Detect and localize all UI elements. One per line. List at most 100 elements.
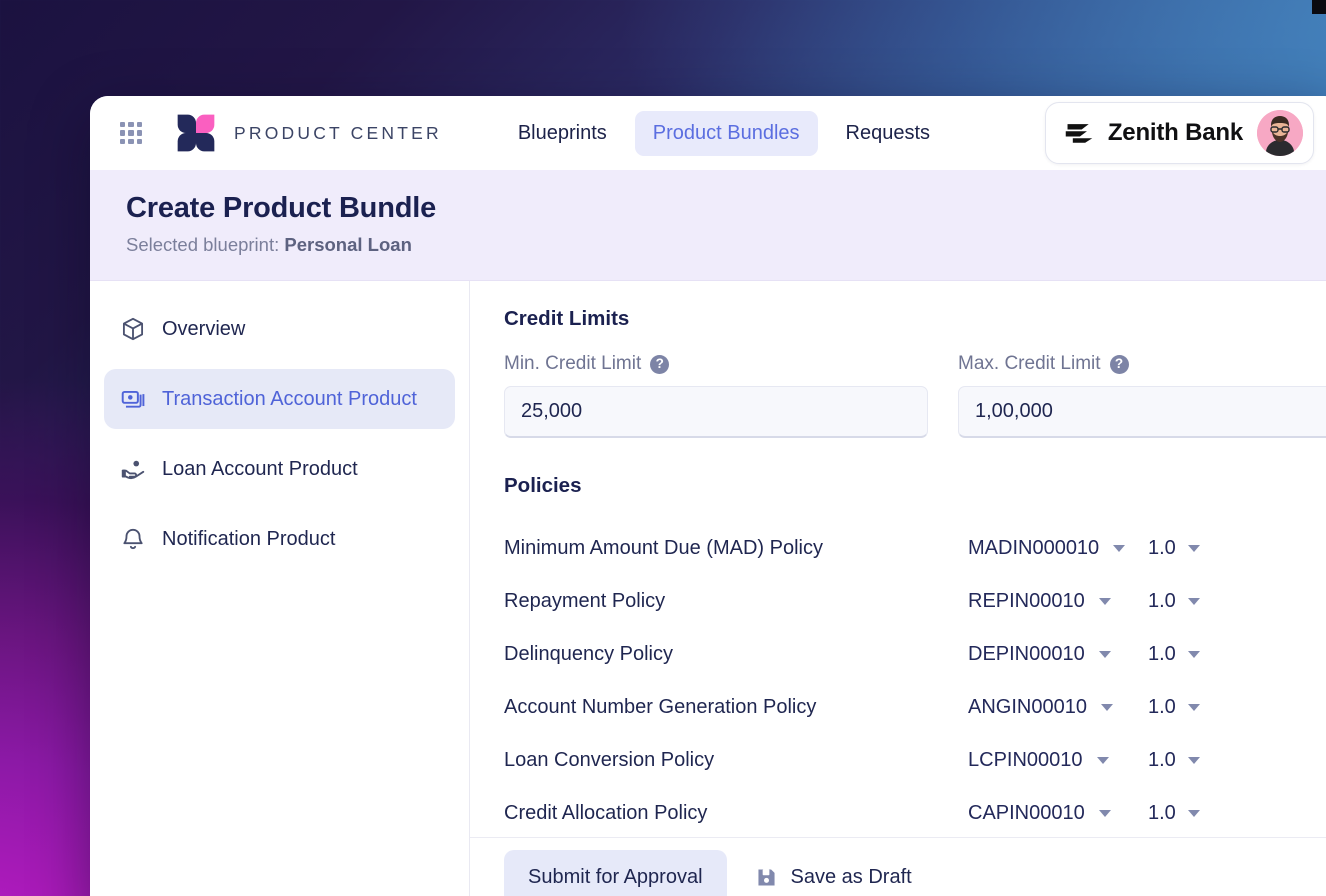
policy-version-value: 1.0	[1148, 696, 1176, 718]
policy-row: Credit Allocation Policy CAPIN00010 1.0	[504, 787, 1326, 840]
chevron-down-icon	[1187, 810, 1200, 817]
policy-version-dropdown[interactable]: 1.0	[1148, 590, 1200, 613]
chevron-down-icon	[1113, 545, 1126, 552]
sidebar-item-label: Notification Product	[162, 527, 336, 550]
avatar[interactable]	[1257, 110, 1303, 156]
chevron-down-icon	[1098, 651, 1111, 658]
sidebar-item-label: Overview	[162, 317, 246, 340]
submit-for-approval-button[interactable]: Submit for Approval	[504, 849, 727, 896]
product-sidebar: Overview Transaction Account Product Loa…	[90, 281, 470, 896]
min-credit-limit-label-row: Min. Credit Limit ?	[504, 353, 928, 375]
policies-list: Minimum Amount Due (MAD) Policy MADIN000…	[504, 522, 1326, 840]
policy-code-dropdown[interactable]: MADIN000010	[968, 537, 1148, 560]
sidebar-item-overview[interactable]: Overview	[104, 299, 455, 359]
page-title: Create Product Bundle	[126, 192, 437, 224]
policy-version-dropdown[interactable]: 1.0	[1148, 802, 1200, 825]
policy-code-value: ANGIN00010	[968, 696, 1087, 718]
form-action-bar: Submit for Approval Save as Draft	[470, 837, 1326, 896]
help-circle-icon[interactable]: ?	[650, 354, 670, 374]
app-window: PRODUCT CENTER Blueprints Product Bundle…	[90, 96, 1326, 896]
policy-code-value: CAPIN00010	[968, 802, 1085, 824]
min-credit-limit-field: Min. Credit Limit ?	[504, 353, 928, 438]
chevron-down-icon	[1187, 651, 1200, 658]
nav-tab-requests[interactable]: Requests	[828, 111, 949, 156]
policy-name: Minimum Amount Due (MAD) Policy	[504, 537, 823, 559]
grid-apps-icon[interactable]	[120, 122, 142, 144]
max-credit-limit-label: Max. Credit Limit	[958, 353, 1101, 374]
chevron-down-icon	[1187, 704, 1200, 711]
credit-limits-row: Min. Credit Limit ? Max. Credit Limit ?	[504, 353, 1326, 438]
sidebar-item-notification-product[interactable]: Notification Product	[104, 509, 455, 569]
clover-logo-icon	[177, 114, 215, 152]
main-nav: Blueprints Product Bundles Requests	[500, 110, 949, 156]
credit-limits-heading: Credit Limits	[504, 307, 630, 330]
cube-icon	[122, 317, 144, 341]
policy-version-dropdown[interactable]: 1.0	[1148, 537, 1200, 560]
page-header-band: Create Product Bundle Selected blueprint…	[90, 170, 1326, 281]
org-switcher[interactable]: Zenith Bank	[1044, 102, 1314, 164]
sidebar-item-label: Transaction Account Product	[162, 387, 417, 410]
selected-blueprint-prefix: Selected blueprint:	[126, 234, 285, 255]
policy-row: Delinquency Policy DEPIN00010 1.0	[504, 628, 1326, 681]
policy-name: Loan Conversion Policy	[504, 749, 715, 771]
org-name: Zenith Bank	[1107, 119, 1243, 146]
policy-code-dropdown[interactable]: REPIN00010	[968, 590, 1148, 613]
policy-version-value: 1.0	[1148, 590, 1176, 612]
policy-name: Repayment Policy	[504, 590, 666, 612]
policy-row: Minimum Amount Due (MAD) Policy MADIN000…	[504, 522, 1326, 575]
bell-icon	[123, 528, 143, 550]
policy-code-value: REPIN00010	[968, 590, 1085, 612]
policy-version-value: 1.0	[1148, 802, 1176, 824]
save-as-draft-button[interactable]: Save as Draft	[741, 850, 926, 896]
sidebar-item-label: Loan Account Product	[162, 457, 358, 480]
policy-code-dropdown[interactable]: LCPIN00010	[968, 749, 1148, 772]
screen-corner-mark	[1312, 0, 1326, 14]
chevron-down-icon	[1187, 757, 1200, 764]
min-credit-limit-input[interactable]	[504, 386, 928, 438]
brand[interactable]: PRODUCT CENTER	[174, 111, 442, 155]
floppy-save-icon	[757, 868, 775, 886]
policy-version-value: 1.0	[1148, 749, 1176, 771]
policy-code-dropdown[interactable]: DEPIN00010	[968, 643, 1148, 666]
chevron-down-icon	[1187, 545, 1200, 552]
policy-version-value: 1.0	[1148, 643, 1176, 665]
product-form-content: Credit Limits Min. Credit Limit ? Max. C…	[470, 281, 1326, 896]
policy-code-dropdown[interactable]: ANGIN00010	[968, 696, 1148, 719]
policy-version-value: 1.0	[1148, 537, 1176, 559]
user-avatar	[1257, 110, 1303, 156]
max-credit-limit-field: Max. Credit Limit ?	[958, 353, 1326, 438]
policy-version-dropdown[interactable]: 1.0	[1148, 696, 1200, 719]
policy-version-dropdown[interactable]: 1.0	[1148, 749, 1200, 772]
policy-version-dropdown[interactable]: 1.0	[1148, 643, 1200, 666]
policies-heading: Policies	[504, 474, 582, 497]
save-as-draft-label: Save as Draft	[790, 865, 912, 888]
max-credit-limit-label-row: Max. Credit Limit ?	[958, 353, 1326, 375]
policy-name: Credit Allocation Policy	[504, 802, 708, 824]
banknotes-icon	[121, 390, 145, 408]
nav-tab-blueprints[interactable]: Blueprints	[500, 111, 625, 156]
selected-blueprint-line: Selected blueprint: Personal Loan	[126, 234, 1312, 256]
selected-blueprint-value: Personal Loan	[284, 234, 412, 255]
chevron-down-icon	[1098, 810, 1111, 817]
policy-code-value: LCPIN00010	[968, 749, 1083, 771]
policy-row: Repayment Policy REPIN00010 1.0	[504, 575, 1326, 628]
min-credit-limit-label: Min. Credit Limit	[504, 353, 642, 374]
chevron-down-icon	[1187, 598, 1200, 605]
chevron-down-icon	[1096, 757, 1109, 764]
brand-name: PRODUCT CENTER	[234, 122, 442, 143]
sidebar-item-loan-account-product[interactable]: Loan Account Product	[104, 439, 455, 499]
policy-row: Loan Conversion Policy LCPIN00010 1.0	[504, 734, 1326, 787]
policy-code-value: MADIN000010	[968, 537, 1100, 559]
zenith-z-logo-icon	[1065, 124, 1093, 143]
sidebar-item-transaction-account-product[interactable]: Transaction Account Product	[104, 369, 455, 429]
nav-tab-product-bundles[interactable]: Product Bundles	[634, 110, 818, 156]
hand-coin-icon	[121, 460, 145, 480]
max-credit-limit-input[interactable]	[958, 386, 1326, 438]
help-circle-icon[interactable]: ?	[1109, 354, 1129, 374]
page-body: Overview Transaction Account Product Loa…	[90, 281, 1326, 896]
chevron-down-icon	[1098, 598, 1111, 605]
policy-code-value: DEPIN00010	[968, 643, 1085, 665]
chevron-down-icon	[1100, 704, 1113, 711]
policy-code-dropdown[interactable]: CAPIN00010	[968, 802, 1148, 825]
policy-row: Account Number Generation Policy ANGIN00…	[504, 681, 1326, 734]
